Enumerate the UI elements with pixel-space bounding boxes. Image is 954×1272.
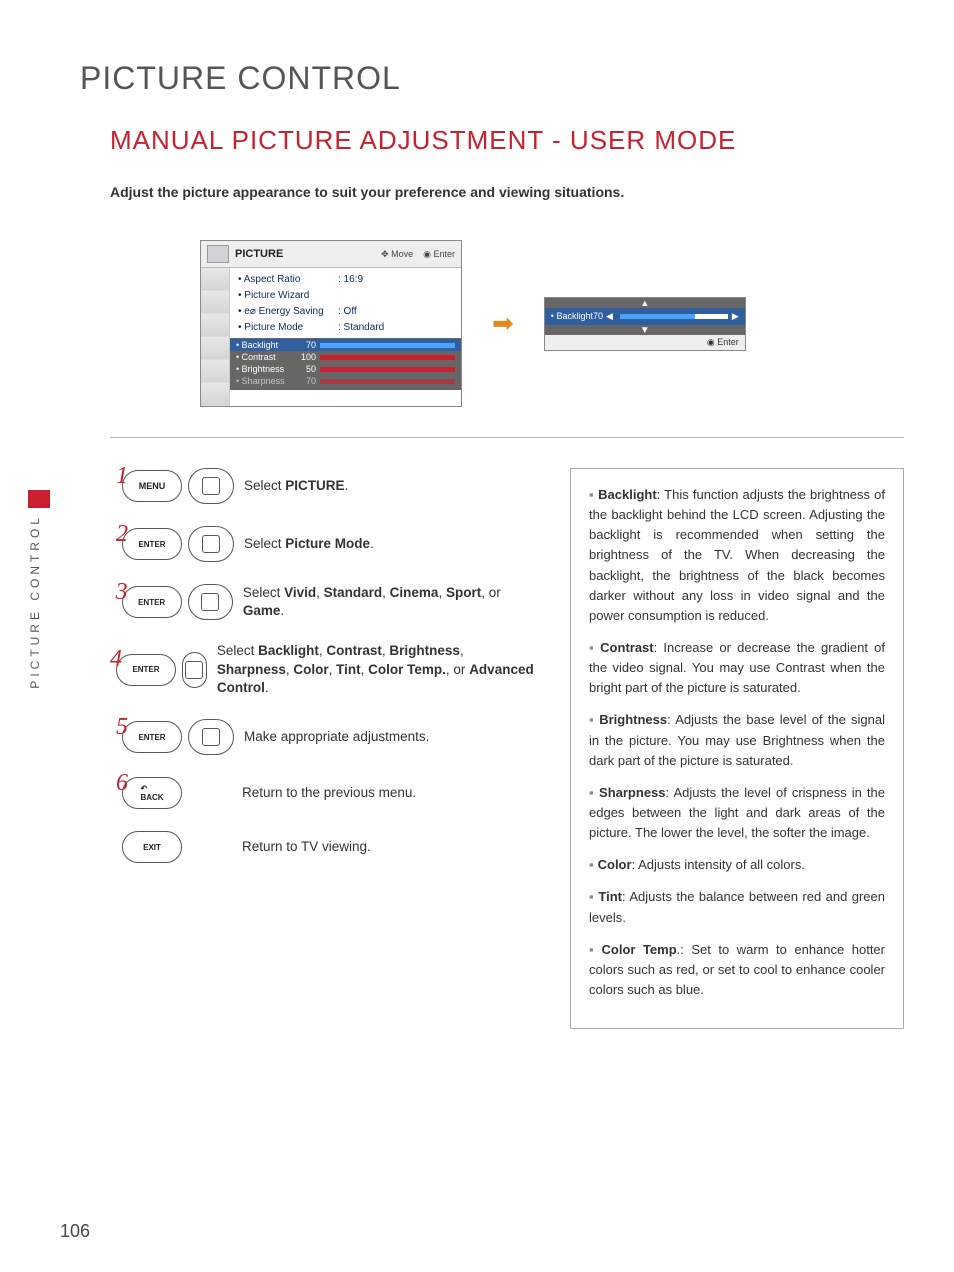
- step-number: 4: [110, 646, 122, 673]
- page-title: MANUAL PICTURE ADJUSTMENT - USER MODE: [110, 125, 904, 156]
- step: 2 ENTER Select Picture Mode.: [110, 526, 540, 562]
- step-text: Select Vivid, Standard, Cinema, Sport, o…: [243, 584, 540, 620]
- osd-hint-move: ✥ Move: [381, 249, 413, 260]
- side-tab-marker: [28, 490, 50, 508]
- steps-list: 1 MENU Select PICTURE. 2 ENTER Select Pi…: [110, 468, 540, 1029]
- step: EXIT Return to TV viewing.: [110, 831, 540, 863]
- step: 3 ENTER Select Vivid, Standard, Cinema, …: [110, 584, 540, 620]
- step-number: 2: [110, 521, 128, 548]
- osd-item: • Aspect Ratio: 16:9: [238, 274, 457, 285]
- osd-hint-enter: ◉ Enter: [423, 249, 455, 260]
- step-number: 3: [110, 579, 128, 606]
- tv-icon: [207, 245, 229, 263]
- osd-sub-settings: • Backlight70 • Contrast100 • Brightness…: [230, 338, 461, 390]
- step: 1 MENU Select PICTURE.: [110, 468, 540, 504]
- osd-item: • Picture Mode: Standard: [238, 322, 457, 333]
- remote-dpad-icon: [188, 719, 234, 755]
- info-panel: ▪Backlight: This function adjusts the br…: [570, 468, 904, 1029]
- step: 5 ENTER Make appropriate adjustments.: [110, 719, 540, 755]
- remote-back-button: ↶BACK: [122, 777, 182, 809]
- section-title: PICTURE CONTROL: [80, 60, 904, 97]
- remote-menu-button: MENU: [122, 470, 182, 502]
- arrow-right-icon: ➡: [492, 308, 514, 339]
- step-number: 6: [110, 770, 128, 797]
- remote-enter-button: ENTER: [116, 654, 176, 686]
- remote-enter-button: ENTER: [122, 586, 182, 618]
- osd-title: PICTURE: [235, 248, 283, 260]
- step-number: 1: [110, 463, 128, 490]
- step-text: Select PICTURE.: [244, 477, 348, 495]
- osd-picture-menu: PICTURE ✥ Move ◉ Enter • Aspect Ratio: 1…: [200, 240, 462, 407]
- osd-backlight-slider: ▲ • Backlight 70 ◀ ▶ ▼ ◉ Enter: [544, 297, 746, 351]
- intro-text: Adjust the picture appearance to suit yo…: [110, 184, 904, 200]
- remote-enter-button: ENTER: [122, 721, 182, 753]
- step: 4 ENTER Select Backlight, Contrast, Brig…: [110, 642, 540, 697]
- osd-item: • Picture Wizard: [238, 290, 457, 301]
- step-text: Select Backlight, Contrast, Brightness, …: [217, 642, 540, 697]
- remote-enter-button: ENTER: [122, 528, 182, 560]
- remote-exit-button: EXIT: [122, 831, 182, 863]
- osd-illustration: PICTURE ✥ Move ◉ Enter • Aspect Ratio: 1…: [200, 240, 904, 407]
- side-tab: PICTURE CONTROL: [28, 490, 50, 710]
- page-number: 106: [60, 1221, 90, 1242]
- osd2-label: • Backlight: [551, 311, 593, 321]
- osd-item: • e⌀ Energy Saving: Off: [238, 306, 457, 317]
- step: 6 ↶BACK Return to the previous menu.: [110, 777, 540, 809]
- divider: [110, 437, 904, 438]
- osd2-value: 70: [593, 311, 603, 321]
- step-text: Return to TV viewing.: [242, 838, 371, 856]
- remote-dpad-icon: [188, 526, 234, 562]
- side-tab-label: PICTURE CONTROL: [28, 514, 42, 689]
- step-text: Make appropriate adjustments.: [244, 728, 429, 746]
- step-text: Return to the previous menu.: [242, 784, 416, 802]
- step-text: Select Picture Mode.: [244, 535, 374, 553]
- remote-dpad-icon: [182, 652, 207, 688]
- remote-dpad-icon: [188, 584, 233, 620]
- remote-dpad-icon: [188, 468, 234, 504]
- step-number: 5: [110, 714, 128, 741]
- osd-category-icons: [201, 268, 230, 406]
